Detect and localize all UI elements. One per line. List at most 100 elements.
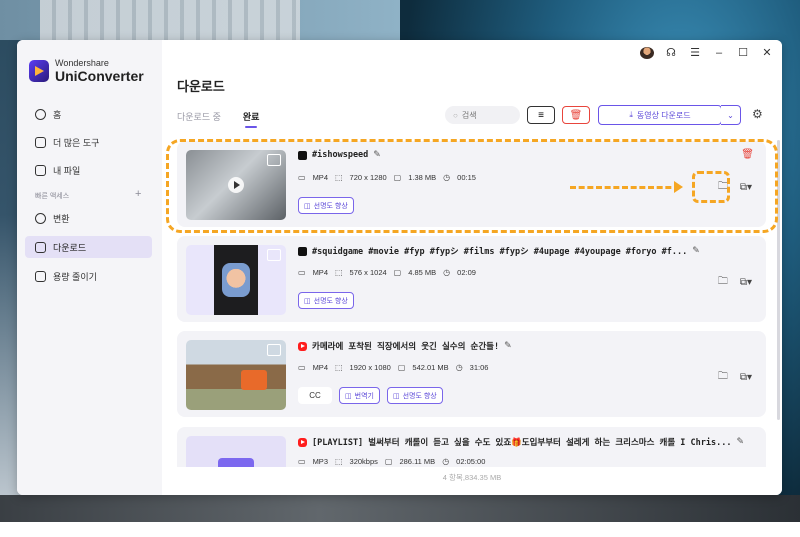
open-folder-icon[interactable]: 🗀	[718, 274, 728, 291]
sidebar-item-label: 더 많은 도구	[53, 137, 100, 148]
open-folder-icon[interactable]: 🗀	[718, 369, 728, 386]
sidebar-item-convert[interactable]: 변환	[25, 207, 152, 229]
thumbnail-face	[222, 263, 250, 297]
convert-icon	[35, 212, 46, 224]
sidebar-item-my-files[interactable]: 내 파일	[25, 159, 152, 181]
download-item[interactable]: [PLAYLIST] 벌써부터 캐롤이 듣고 싶을 수도 있죠🎁도입부부터 설레…	[177, 427, 766, 467]
bitrate-icon: ⬚	[334, 457, 343, 466]
sidebar-item-home[interactable]: 홈	[25, 103, 152, 125]
video-meta: ▭ MP3 ⬚ 320kbps ▢ 286.11 MB ◷ 02:05:00	[298, 457, 485, 466]
video-format-icon: ▭	[298, 363, 306, 372]
menu-icon[interactable]: ☰	[688, 46, 702, 59]
sidebar-item-label: 용량 줄이기	[53, 271, 97, 282]
music-icon	[218, 458, 254, 467]
video-meta: ▭ MP4 ⬚ 576 x 1024 ▢ 4.85 MB ◷ 02:09	[298, 268, 476, 277]
download-video-button[interactable]: ⤓ 동영상 다운로드	[598, 105, 722, 125]
enhance-icon: ◫	[392, 392, 400, 400]
search-input[interactable]	[461, 110, 512, 120]
format: MP4	[312, 363, 328, 372]
brand-name: Wondershare	[55, 58, 109, 68]
clip-badge-icon	[267, 249, 281, 261]
page-title: 다운로드	[177, 79, 225, 94]
headset-icon[interactable]: ☊	[664, 46, 678, 59]
app-window: Wondershare UniConverter 홈 더 많은 도구 내 파일 …	[17, 40, 782, 495]
sidebar-item-download[interactable]: 다운로드	[25, 236, 152, 258]
video-thumbnail[interactable]	[186, 340, 286, 410]
audio-thumbnail[interactable]	[186, 436, 286, 467]
window-controls: ☊ ☰ – ☐ ✕	[640, 46, 774, 59]
search-box[interactable]: ○	[445, 106, 520, 124]
clip-badge-icon	[267, 344, 281, 356]
maximize-button[interactable]: ☐	[736, 46, 750, 59]
download-dropdown-button[interactable]: ⌄	[721, 105, 741, 125]
avatar[interactable]	[640, 46, 654, 59]
translate-icon: ◫	[345, 392, 352, 400]
resolution: 576 x 1024	[349, 268, 387, 277]
annotation-arrow	[570, 186, 680, 190]
sidebar-item-label: 내 파일	[53, 165, 81, 176]
background-building	[40, 0, 300, 40]
format: MP3	[312, 457, 328, 466]
chip-label: 선명도 향상	[313, 297, 348, 305]
add-to-list-icon[interactable]: ⧉▾	[740, 372, 752, 383]
list-sort-button[interactable]: ≡	[527, 106, 555, 124]
file-icon	[35, 164, 46, 176]
background-strip	[0, 522, 800, 537]
folder-small-icon: ▢	[384, 457, 393, 466]
download-video-label: 동영상 다운로드	[636, 110, 691, 120]
format: MP4	[312, 268, 328, 277]
clock-icon: ◷	[442, 457, 450, 466]
compress-icon	[35, 270, 46, 282]
enhance-clarity-button[interactable]: ◫ 선명도 향상	[298, 292, 354, 309]
edit-title-icon[interactable]: ✎	[504, 341, 512, 351]
duration: 02:05:00	[456, 457, 486, 466]
search-icon: ○	[453, 110, 458, 120]
annotation-arrow-head	[674, 181, 683, 193]
download-item[interactable]: 카메라에 포착된 직장에서의 웃긴 실수의 순간들! ✎ ▭ MP4 ⬚ 192…	[177, 331, 766, 417]
tab-downloading[interactable]: 다운로드 중	[177, 110, 221, 123]
youtube-icon	[298, 341, 307, 351]
resolution: 1920 x 1080	[349, 363, 391, 372]
clock-icon: ◷	[455, 363, 463, 372]
close-button[interactable]: ✕	[760, 46, 774, 59]
translator-button[interactable]: ◫ 번역기	[339, 387, 380, 404]
delete-all-button[interactable]: 🗑	[562, 106, 590, 124]
toolbox-icon	[35, 136, 46, 148]
sidebar-item-compress[interactable]: 용량 줄이기	[25, 265, 152, 287]
tab-completed[interactable]: 완료	[243, 110, 259, 128]
uniconverter-logo-icon	[29, 60, 49, 82]
app-logo: Wondershare UniConverter	[29, 58, 144, 84]
video-title: #squidgame #movie #fyp #fypシ #films #fyp…	[312, 247, 688, 257]
sidebar-item-more-tools[interactable]: 더 많은 도구	[25, 131, 152, 153]
chevron-down-icon: ⌄	[727, 110, 734, 120]
minimize-button[interactable]: –	[712, 47, 726, 59]
edit-title-icon[interactable]: ✎	[692, 246, 700, 256]
enhance-icon: ◫	[304, 297, 311, 305]
settings-gear-icon[interactable]: ⚙	[752, 107, 763, 121]
duration: 02:09	[457, 268, 476, 277]
audio-format-icon: ▭	[298, 457, 306, 466]
sidebar-item-label: 홈	[53, 109, 62, 120]
video-thumbnail[interactable]	[186, 245, 286, 315]
edit-title-icon[interactable]: ✎	[736, 437, 744, 447]
footer-summary: 4 항목,834.35 MB	[442, 473, 502, 482]
file-size: 4.85 MB	[408, 268, 437, 277]
download-item[interactable]: #squidgame #movie #fyp #fypシ #films #fyp…	[177, 236, 766, 322]
thumbnail-excavator	[241, 370, 267, 390]
add-to-list-icon[interactable]: ⧉▾	[740, 277, 752, 288]
add-quick-access-button[interactable]: +	[135, 188, 141, 200]
subtitles-cc-button[interactable]: CC	[298, 387, 332, 404]
quick-access-label: 빠른 액세스	[35, 193, 70, 200]
video-format-icon: ▭	[298, 268, 306, 277]
main-panel: ☊ ☰ – ☐ ✕ 다운로드 다운로드 중 완료 ○ ≡ 🗑 ⤓ 동영상 다운로…	[162, 40, 782, 495]
bitrate: 320kbps	[349, 457, 378, 466]
enhance-clarity-button[interactable]: ◫ 선명도 향상	[386, 387, 443, 404]
home-icon	[35, 108, 46, 120]
sidebar-item-label: 다운로드	[53, 242, 87, 253]
chip-label: 번역기	[354, 392, 374, 400]
tiktok-icon	[298, 246, 307, 256]
duration: 31:06	[469, 363, 489, 372]
clock-icon: ◷	[443, 268, 451, 277]
folder-small-icon: ▢	[393, 268, 402, 277]
sidebar-item-label: 변환	[53, 213, 70, 224]
